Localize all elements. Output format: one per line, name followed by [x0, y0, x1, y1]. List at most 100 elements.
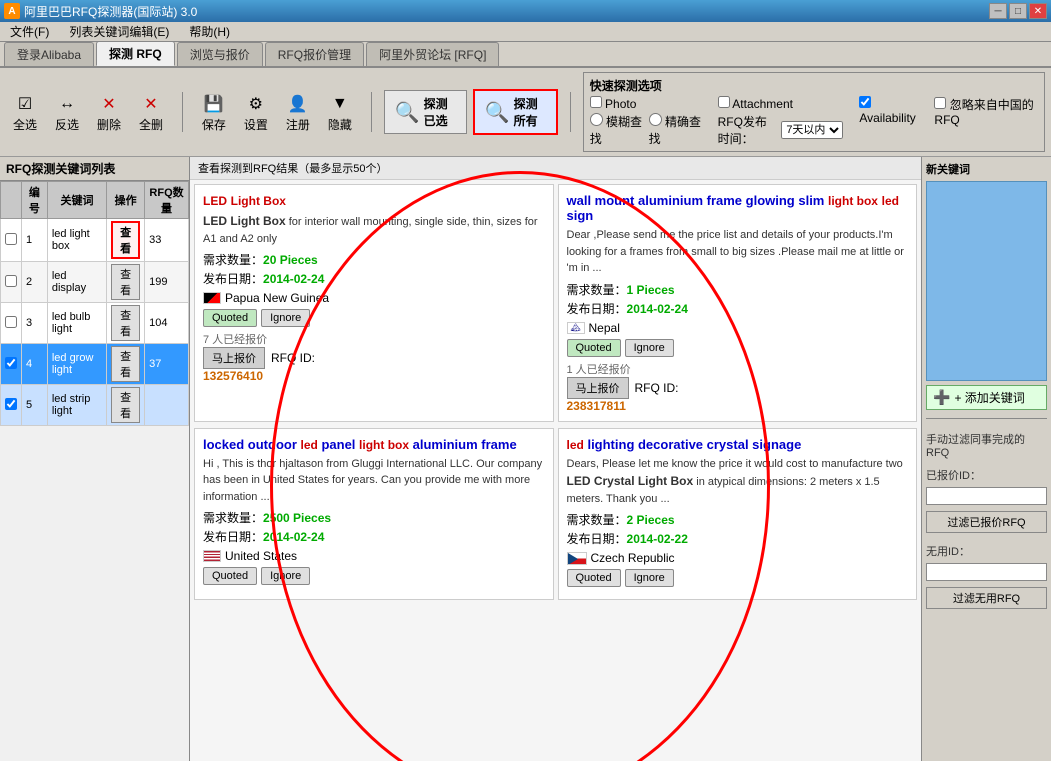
menu-edit[interactable]: 列表关键词编辑(E) [63, 21, 175, 42]
explore-all-button[interactable]: 🔍 探测所有 [473, 89, 558, 135]
filter-useless-button[interactable]: 过滤无用RFQ [926, 587, 1047, 609]
close-button[interactable]: ✕ [1029, 3, 1047, 19]
reported-id-input[interactable] [926, 487, 1047, 505]
row-count: 199 [145, 262, 189, 303]
rfq-id-1: 132576410 [203, 369, 545, 383]
quoted-btn-2[interactable]: Quoted [567, 339, 621, 357]
row-check[interactable] [1, 303, 22, 344]
tab-forum[interactable]: 阿里外贸论坛 [RFQ] [366, 42, 499, 66]
rfq-qty-3: 需求数量：2500 Pieces [203, 509, 545, 526]
fuzzy-option[interactable]: 模糊查找 [590, 113, 643, 147]
row-check[interactable] [1, 385, 22, 426]
quoted-btn-4[interactable]: Quoted [567, 569, 621, 587]
row-id: 2 [22, 262, 48, 303]
rfq-country-4: Czech Republic [567, 551, 909, 565]
col-keyword: 关键词 [47, 182, 106, 219]
save-button[interactable]: 💾 保存 [195, 89, 233, 136]
days-select[interactable]: 7天以内 [781, 121, 843, 139]
select-all-icon: ☑ [13, 92, 37, 116]
row-id: 5 [22, 385, 48, 426]
query-button[interactable]: 查看 [111, 264, 140, 300]
register-button[interactable]: 👤 注册 [279, 89, 317, 136]
rfq-title-2[interactable]: wall mount aluminium frame glowing slim … [567, 193, 909, 223]
manual-filter-label: 手动过滤同事完成的RFQ [926, 431, 1047, 459]
bid-btn-2[interactable]: 马上报价 [567, 377, 629, 399]
flag-pg [203, 292, 221, 304]
query-button[interactable]: 查看 [111, 305, 140, 341]
query-button[interactable]: 查看 [111, 346, 140, 382]
row-count [145, 385, 189, 426]
tab-rfq-manage[interactable]: RFQ报价管理 [265, 42, 364, 66]
col-check [1, 182, 22, 219]
rfq-title-3[interactable]: locked outdoor led panel light box alumi… [203, 437, 545, 452]
attachment-option[interactable]: Attachment [718, 96, 844, 111]
reported-id-label: 已报价ID： [926, 467, 1047, 483]
table-row[interactable]: 3 led bulb light 查看 104 [1, 303, 189, 344]
delete-button[interactable]: ✕ 删除 [90, 89, 128, 136]
rfq-id-2: 238317811 [567, 399, 909, 413]
settings-button[interactable]: ⚙ 设置 [237, 89, 275, 136]
table-row[interactable]: 5 led strip light 查看 [1, 385, 189, 426]
table-row[interactable]: 1 led light box 查看 33 [1, 219, 189, 262]
query-button[interactable]: 查看 [111, 387, 140, 423]
quick-options-title: 快速探测选项 [590, 77, 1038, 94]
col-count: RFQ数量 [145, 182, 189, 219]
filter-reported-button[interactable]: 过滤已报价RFQ [926, 511, 1047, 533]
menu-file[interactable]: 文件(F) [4, 21, 55, 42]
ignore-btn-3[interactable]: Ignore [261, 567, 310, 585]
rfq-card-4: led lighting decorative crystal signage … [558, 428, 918, 601]
table-row[interactable]: 4 led grow light 查看 37 [1, 344, 189, 385]
row-op[interactable]: 查看 [107, 344, 145, 385]
row-op[interactable]: 查看 [107, 262, 145, 303]
app-title: 阿里巴巴RFQ探测器(国际站) 3.0 [24, 3, 197, 20]
availability-option[interactable]: Availability [859, 96, 918, 125]
row-check[interactable] [1, 219, 22, 262]
photo-option[interactable]: Photo [590, 96, 702, 111]
tab-login[interactable]: 登录Alibaba [4, 42, 94, 66]
row-check[interactable] [1, 262, 22, 303]
table-row[interactable]: 2 led display 查看 199 [1, 262, 189, 303]
add-keyword-button[interactable]: ➕ + 添加关键词 [926, 385, 1047, 410]
title-bar: A 阿里巴巴RFQ探测器(国际站) 3.0 ─ □ ✕ [0, 0, 1051, 22]
menu-help[interactable]: 帮助(H) [183, 21, 236, 42]
precise-option[interactable]: 精确查找 [649, 113, 702, 147]
keyword-table: 编号 关键词 操作 RFQ数量 1 led light box 查看 33 [0, 181, 189, 426]
rfq-title-4[interactable]: led lighting decorative crystal signage [567, 437, 909, 452]
row-op[interactable]: 查看 [107, 385, 145, 426]
publish-time-label: RFQ发布时间： [718, 113, 778, 147]
invert-button[interactable]: ↔ 反选 [48, 89, 86, 136]
keyword-input-area[interactable] [926, 181, 1047, 381]
query-button[interactable]: 查看 [111, 221, 140, 259]
ignore-btn-2[interactable]: Ignore [625, 339, 674, 357]
rfq-body-1: LED Light Box for interior wall mounting… [203, 212, 545, 247]
delete-icon: ✕ [97, 92, 121, 116]
hide-button[interactable]: ▼ 隐藏 [321, 89, 359, 136]
invert-icon: ↔ [55, 92, 79, 116]
rfq-title-1[interactable]: LED Light Box [203, 193, 545, 208]
bid-btn-1[interactable]: 马上报价 [203, 347, 265, 369]
row-op[interactable]: 查看 [107, 219, 145, 262]
select-all-button[interactable]: ☑ 全选 [6, 89, 44, 136]
results-scroll[interactable]: LED Light Box LED Light Box for interior… [190, 180, 921, 761]
tab-explore-rfq[interactable]: 探测 RFQ [96, 41, 175, 66]
quoted-btn-3[interactable]: Quoted [203, 567, 257, 585]
minimize-button[interactable]: ─ [989, 3, 1007, 19]
flag-cz [567, 552, 587, 565]
rfq-footer-1: 7 人已经报价 [203, 331, 545, 347]
hide-icon: ▼ [328, 92, 352, 116]
row-check[interactable] [1, 344, 22, 385]
row-op[interactable]: 查看 [107, 303, 145, 344]
restore-button[interactable]: □ [1009, 3, 1027, 19]
useless-id-input[interactable] [926, 563, 1047, 581]
ignore-china-option[interactable]: 忽略来自中国的RFQ [934, 98, 1033, 127]
explore-selected-button[interactable]: 🔍 探测已选 [384, 90, 467, 134]
tab-browse[interactable]: 浏览与报价 [177, 42, 263, 66]
flag-us [203, 550, 221, 562]
ignore-btn-1[interactable]: Ignore [261, 309, 310, 327]
quoted-btn-1[interactable]: Quoted [203, 309, 257, 327]
delete-all-button[interactable]: ✕ 全删 [132, 89, 170, 136]
row-id: 1 [22, 219, 48, 262]
row-count: 37 [145, 344, 189, 385]
ignore-btn-4[interactable]: Ignore [625, 569, 674, 587]
useless-id-label: 无用ID： [926, 543, 1047, 559]
